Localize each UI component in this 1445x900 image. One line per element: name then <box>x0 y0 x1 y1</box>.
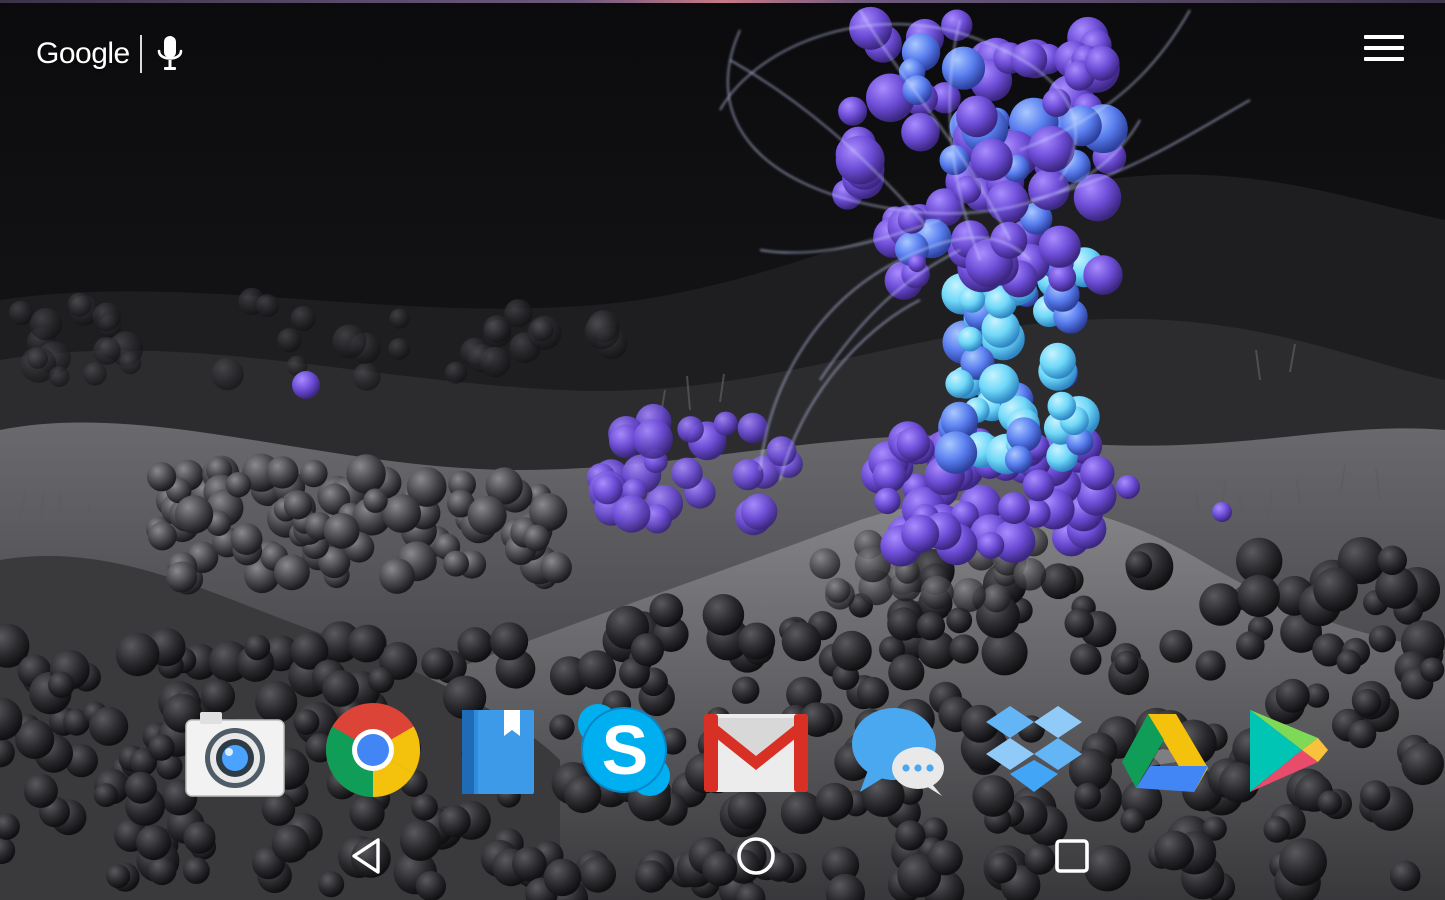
google-search-widget[interactable]: Google <box>36 30 186 78</box>
book-icon <box>462 710 534 794</box>
play-store-icon <box>1250 710 1328 792</box>
gmail-app[interactable] <box>702 700 812 808</box>
google-logo[interactable]: Google <box>36 37 130 71</box>
dropbox-icon <box>986 706 1082 792</box>
home-circle-icon <box>737 837 775 875</box>
search-divider <box>139 35 142 73</box>
back-triangle-icon <box>352 838 380 874</box>
chrome-app[interactable] <box>324 700 434 808</box>
camera-icon <box>185 712 285 797</box>
dropbox-app[interactable] <box>982 700 1092 808</box>
recents-square-icon <box>1055 839 1089 873</box>
play-books-app[interactable] <box>458 700 568 808</box>
chat-bubbles-icon <box>852 708 944 796</box>
gmail-icon <box>704 714 808 792</box>
camera-app[interactable] <box>178 700 288 808</box>
messenger-app[interactable] <box>850 700 960 808</box>
skype-glyph: S <box>601 711 649 789</box>
skype-app[interactable]: S <box>576 700 686 808</box>
hamburger-menu-icon[interactable] <box>1360 28 1408 68</box>
recents-button[interactable] <box>1036 826 1108 886</box>
status-bar-accent <box>0 0 1445 3</box>
navigation-bar <box>0 820 1445 900</box>
drive-app[interactable] <box>1118 700 1228 808</box>
chrome-icon <box>326 703 420 797</box>
play-store-app[interactable] <box>1244 700 1354 808</box>
drive-icon <box>1122 714 1208 792</box>
home-button[interactable] <box>720 826 792 886</box>
home-screen: Google S <box>0 0 1445 900</box>
microphone-icon[interactable] <box>154 32 186 76</box>
back-button[interactable] <box>330 826 402 886</box>
app-dock: S <box>178 700 1338 810</box>
